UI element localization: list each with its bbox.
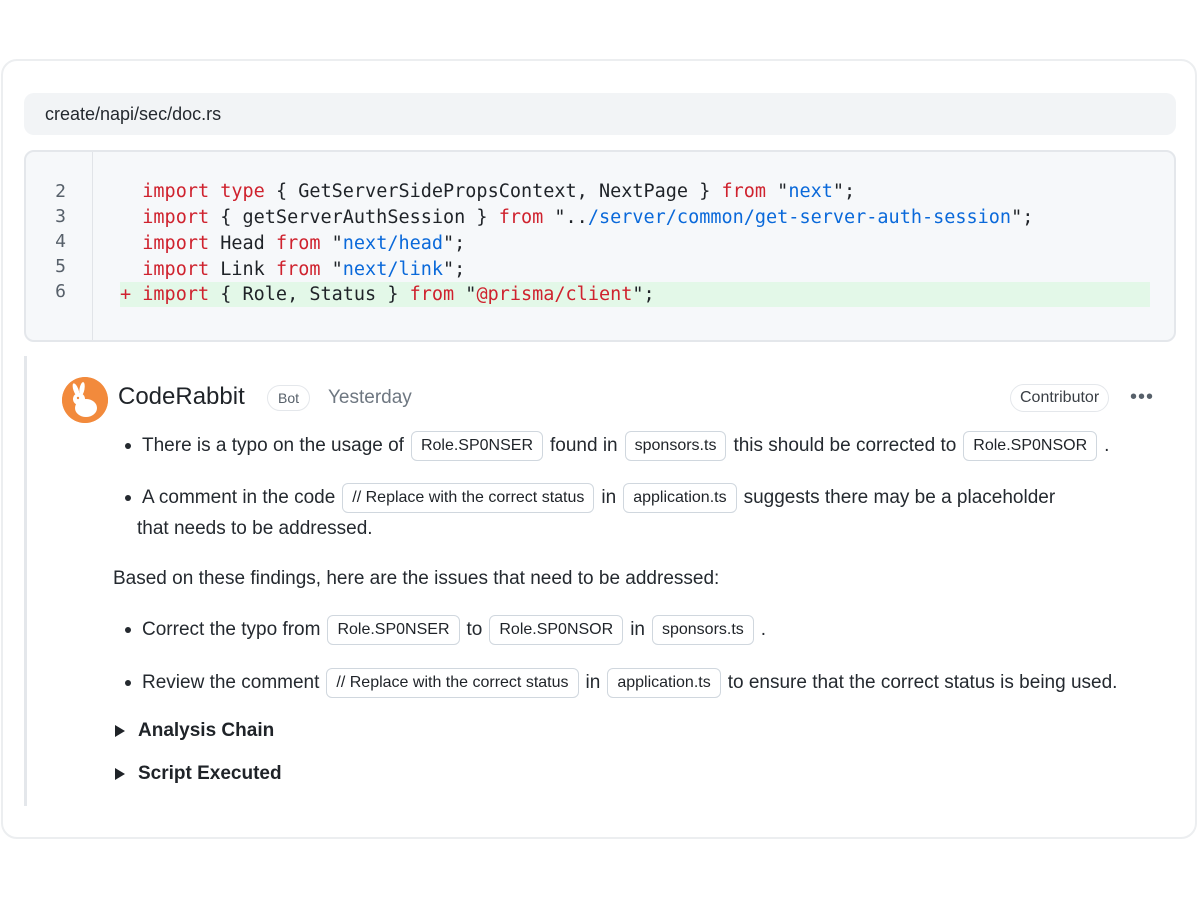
- bullet-icon: [125, 443, 131, 449]
- file-path[interactable]: create/napi/sec/doc.rs: [45, 104, 221, 125]
- code-line: import Link from "next/link";: [120, 257, 1150, 282]
- code-text: ";: [832, 181, 856, 202]
- more-options-icon[interactable]: •••: [1130, 386, 1154, 409]
- bullet-icon: [125, 495, 131, 501]
- script-executed-toggle[interactable]: Script Executed: [115, 763, 282, 785]
- keyword: import: [142, 233, 210, 254]
- code-chip: application.ts: [623, 483, 737, 513]
- code-chip: // Replace with the correct status: [342, 483, 595, 513]
- code-text: ";: [632, 284, 655, 305]
- line-number-gutter: 2 3 4 5 6: [26, 152, 93, 340]
- code-chip: Role.SP0NSER: [327, 615, 460, 645]
- code-chip: Role.SP0NSOR: [963, 431, 1098, 461]
- comment-text: .: [1104, 435, 1110, 456]
- keyword: from: [721, 181, 767, 202]
- code-text: ": [766, 181, 789, 202]
- code-chip: Role.SP0NSER: [410, 431, 543, 461]
- script-executed-label: Script Executed: [138, 763, 282, 784]
- comment-timestamp[interactable]: Yesterday: [328, 387, 412, 409]
- string-literal: @prisma/client: [476, 284, 633, 305]
- code-text: Link: [209, 259, 276, 280]
- comment-text: There is a typo on the usage of: [142, 435, 404, 456]
- code-text: ";: [1011, 207, 1034, 228]
- comment-author[interactable]: CodeRabbit: [118, 383, 245, 411]
- keyword: from: [498, 207, 544, 228]
- keyword: from: [409, 284, 455, 305]
- line-number: 4: [55, 231, 66, 252]
- line-number: 3: [55, 206, 66, 227]
- list-item: There is a typo on the usage of Role.SP0…: [125, 431, 1109, 461]
- line-number: 6: [55, 281, 66, 302]
- added-code-line: + import { Role, Status } from "@prisma/…: [120, 282, 1150, 307]
- code-text: { Role, Status }: [209, 284, 410, 305]
- contributor-badge: Contributor: [1010, 384, 1110, 412]
- code-text: "..: [543, 207, 588, 228]
- comment-text: in: [601, 487, 617, 508]
- code-text: Head: [209, 233, 276, 254]
- code-chip: Role.SP0NSOR: [489, 615, 624, 645]
- code-chip: sponsors.ts: [624, 431, 727, 461]
- string-literal: next: [788, 181, 833, 202]
- comment-text: Correct the typo from: [142, 619, 321, 640]
- expand-triangle-icon: [115, 768, 125, 780]
- keyword: import: [142, 181, 210, 202]
- diff-plus-marker: +: [120, 284, 143, 305]
- list-item: Correct the typo from Role.SP0NSER to Ro…: [125, 615, 766, 645]
- keyword: from: [275, 259, 321, 280]
- analysis-chain-label: Analysis Chain: [138, 720, 275, 741]
- comment-text: A comment in the code: [142, 487, 336, 508]
- comment-text: to ensure that the correct status is bei…: [727, 672, 1118, 693]
- keyword: import: [142, 207, 210, 228]
- bullet-icon: [125, 627, 131, 633]
- code-chip: // Replace with the correct status: [326, 668, 579, 698]
- code-text: ": [320, 259, 343, 280]
- keyword: type: [220, 181, 265, 202]
- analysis-chain-toggle[interactable]: Analysis Chain: [115, 720, 274, 742]
- keyword: from: [275, 233, 321, 254]
- file-path-header[interactable]: create/napi/sec/doc.rs: [24, 93, 1176, 135]
- code-text: ";: [443, 233, 466, 254]
- code-diff-block: 2 3 4 5 6 import type { GetServerSidePro…: [24, 150, 1176, 342]
- code-text: ": [454, 284, 477, 305]
- code-text: ";: [443, 259, 466, 280]
- line-number: 2: [55, 181, 66, 202]
- code-text: { GetServerSidePropsContext, NextPage }: [264, 181, 722, 202]
- list-item: A comment in the code // Replace with th…: [125, 483, 1055, 513]
- comment-text: in: [630, 619, 645, 640]
- string-literal: next/link: [342, 259, 444, 280]
- findings-text: Based on these findings, here are the is…: [113, 568, 719, 590]
- code-line: import { getServerAuthSession } from "..…: [120, 205, 1150, 230]
- string-literal: /server/common/get-server-auth-session: [587, 207, 1012, 228]
- line-number: 5: [55, 256, 66, 277]
- bullet-icon: [125, 680, 131, 686]
- comment-text: that needs to be addressed.: [137, 518, 373, 539]
- expand-triangle-icon: [115, 725, 125, 737]
- rabbit-icon: [62, 377, 108, 423]
- comment-text: Based on these findings, here are the is…: [113, 568, 720, 589]
- comment-text: Review the comment: [142, 672, 320, 693]
- keyword: import: [142, 259, 210, 280]
- coderabbit-avatar[interactable]: [62, 377, 108, 423]
- code-chip: sponsors.ts: [651, 615, 754, 645]
- comment-text: to: [466, 619, 483, 640]
- list-item-continuation: that needs to be addressed.: [137, 518, 373, 540]
- string-literal: next/head: [342, 233, 444, 254]
- comment-text: in: [585, 672, 601, 693]
- keyword: import: [142, 284, 210, 305]
- code-text: ": [320, 233, 343, 254]
- code-chip: application.ts: [607, 668, 721, 698]
- code-line: import type { GetServerSidePropsContext,…: [120, 179, 1150, 204]
- bot-badge: Bot: [267, 385, 311, 411]
- comment-text: .: [760, 619, 767, 640]
- comment-text: suggests there may be a placeholder: [743, 487, 1056, 508]
- comment-text: found in: [550, 435, 618, 456]
- code-line: import Head from "next/head";: [120, 231, 1150, 256]
- comment-text: this should be corrected to: [733, 435, 957, 456]
- code-text: { getServerAuthSession }: [209, 207, 499, 228]
- list-item: Review the comment // Replace with the c…: [125, 668, 1117, 698]
